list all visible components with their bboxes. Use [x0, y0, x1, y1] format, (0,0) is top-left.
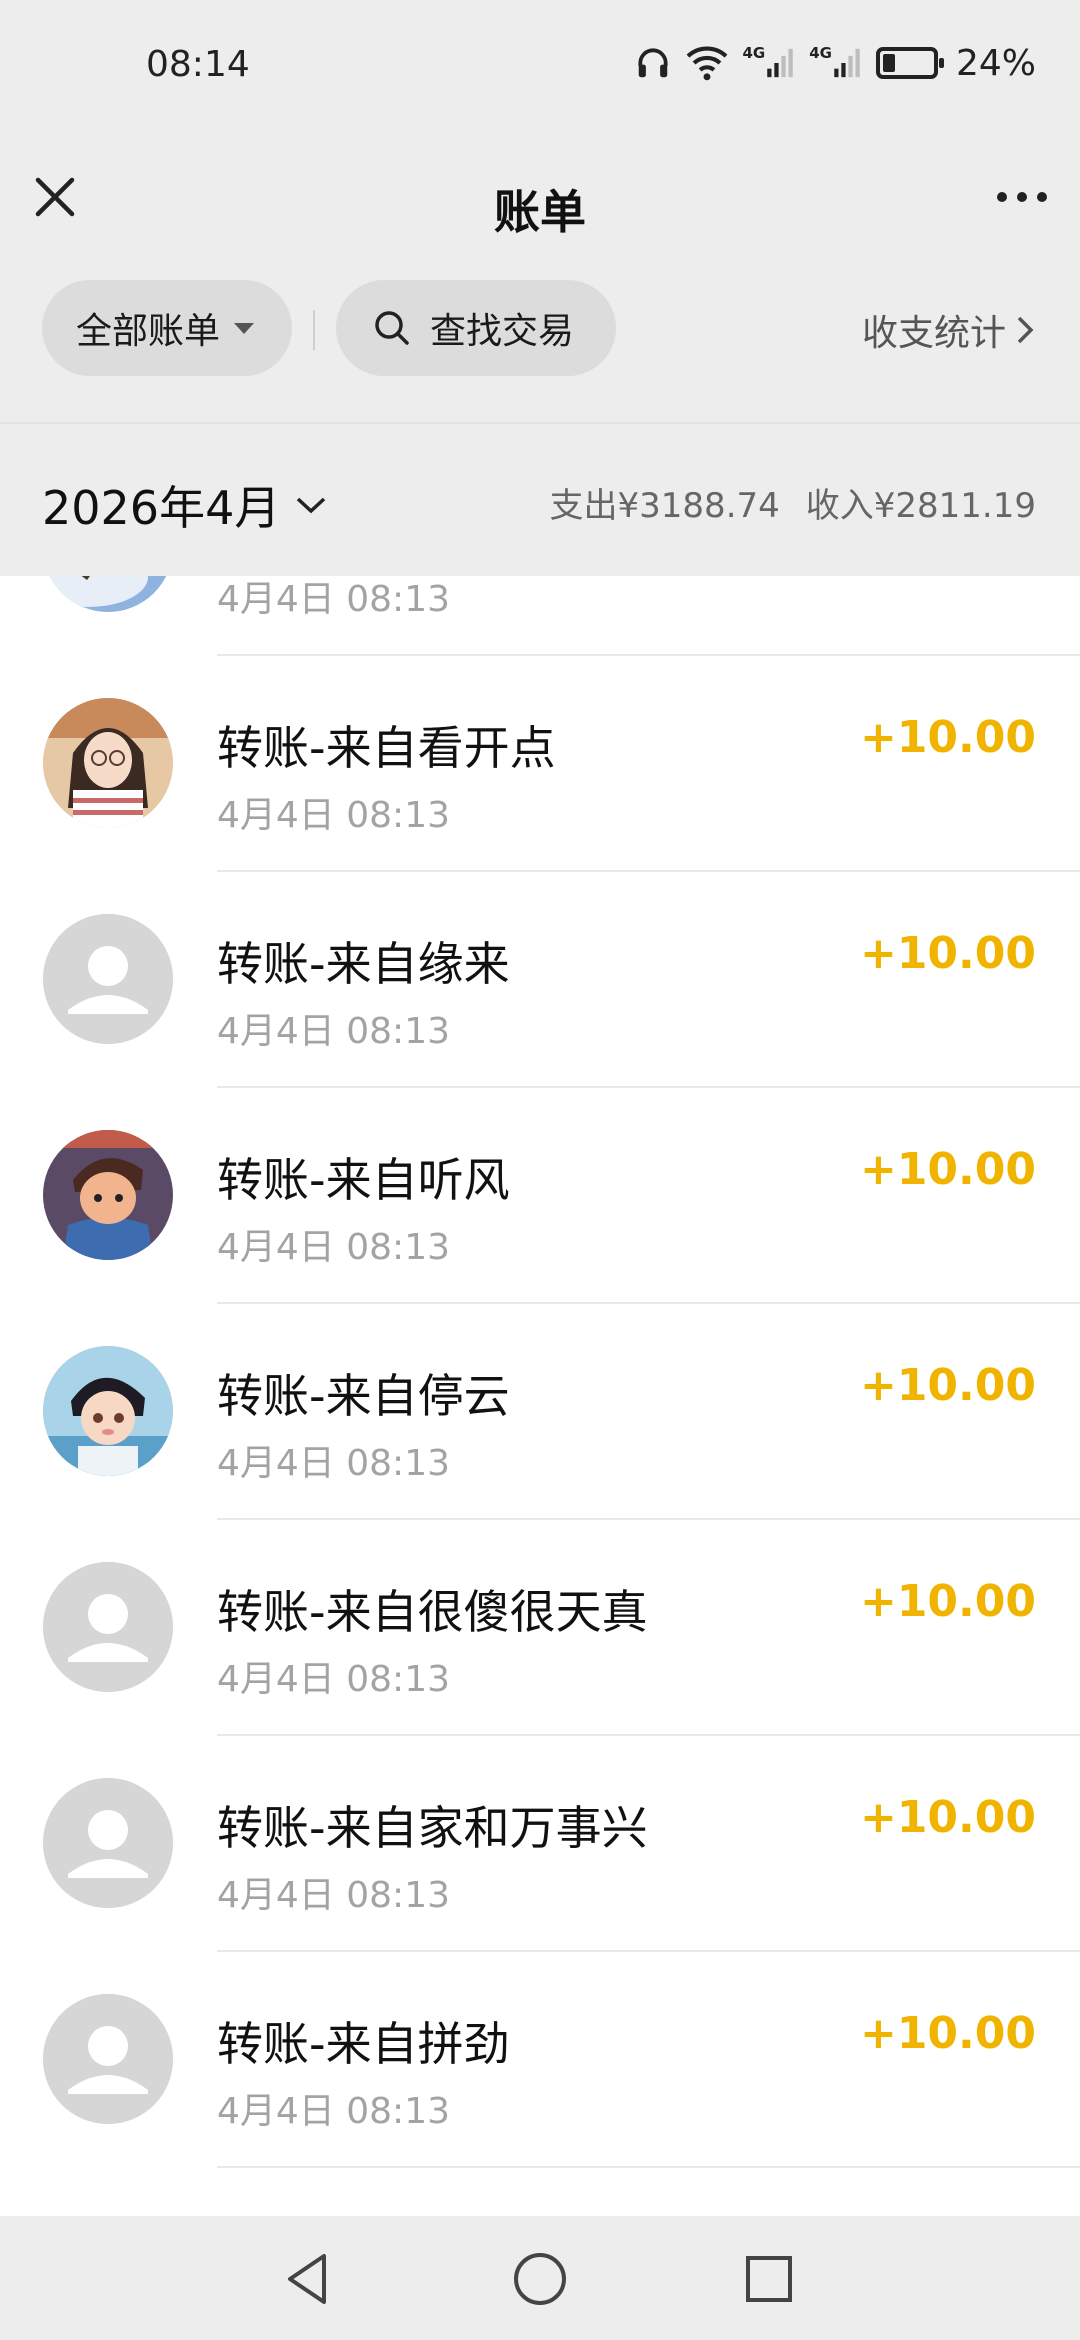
default-avatar: [43, 1994, 173, 2124]
transaction-title: 转账-来自很傻很天真: [217, 1585, 648, 1639]
transaction-row[interactable]: 转账-来自很傻很天真 4月4日 08:13 +10.00: [0, 1520, 1080, 1736]
transaction-time: 4月4日 08:13: [217, 1443, 450, 1484]
transaction-title: 转账-来自听风: [217, 1153, 510, 1207]
page-title: 账单: [494, 185, 586, 239]
transaction-time: 4月4日 08:13: [217, 1011, 450, 1052]
transaction-list[interactable]: 转账-来自王者4月4日 08:13+10.00 转账-来自看开点 4月4日 08:1…: [0, 576, 1080, 2216]
transaction-time: 4月4日 08:13: [217, 579, 450, 620]
transaction-amount: +10.00: [859, 1144, 1036, 1195]
all-bills-filter-button[interactable]: 全部账单: [42, 280, 292, 376]
kid-avatar: [43, 1346, 173, 1476]
network-type-label: 4G: [809, 44, 832, 62]
month-row: 2026年4月 支出¥3188.74 收入¥2811.19: [0, 422, 1080, 576]
recents-square-icon[interactable]: [736, 2246, 802, 2312]
transaction-row[interactable]: 转账-来自拼劲 4月4日 08:13 +10.00: [0, 1952, 1080, 2168]
transaction-row[interactable]: 转账-来自缘来 4月4日 08:13 +10.00: [0, 872, 1080, 1088]
transaction-time: 4月4日 08:13: [217, 1659, 450, 1700]
month-picker[interactable]: 2026年4月: [42, 472, 328, 538]
network-type-label: 4G: [742, 44, 766, 62]
transaction-title: 转账-来自家和万事兴: [217, 1801, 648, 1855]
transaction-time: 4月4日 08:13: [217, 1227, 450, 1268]
battery-percent: 24%: [955, 42, 1036, 84]
transaction-time: 4月4日 08:13: [217, 1875, 450, 1916]
transaction-title: 转账-来自停云: [217, 1369, 510, 1423]
more-icon[interactable]: [992, 172, 1052, 222]
transaction-row[interactable]: 转账-来自停云 4月4日 08:13 +10.00: [0, 1304, 1080, 1520]
battery-level-fill: [882, 54, 895, 72]
girl-avatar: [43, 698, 173, 828]
caret-down-icon: [234, 322, 255, 334]
income-total: 收入¥2811.19: [805, 486, 1036, 526]
filter-row: 全部账单 查找交易 收支统计: [0, 280, 1080, 380]
search-transactions-button[interactable]: 查找交易: [336, 280, 616, 376]
status-time: 08:14: [146, 44, 250, 85]
signal-icon: 4G: [742, 44, 795, 80]
nav-bar: 账单: [0, 132, 1080, 272]
transaction-row[interactable]: 转账-来自家和万事兴 4月4日 08:13 +10.00: [0, 1736, 1080, 1952]
default-avatar: [43, 1778, 173, 1908]
landscape-avatar: [43, 576, 173, 612]
transaction-amount: +10.00: [859, 2008, 1036, 2059]
filter-divider: [313, 310, 315, 350]
transaction-time: 4月4日 08:13: [217, 795, 450, 836]
month-summary: 支出¥3188.74 收入¥2811.19: [550, 478, 1036, 527]
search-icon: [372, 308, 412, 348]
transaction-time: 4月4日 08:13: [217, 2091, 450, 2132]
transaction-title: 转账-来自缘来: [217, 937, 510, 991]
search-label: 查找交易: [430, 311, 575, 352]
transaction-amount: +10.00: [859, 1576, 1036, 1627]
expense-total: 支出¥3188.74: [549, 486, 780, 526]
battery-icon: [875, 47, 944, 79]
status-icons: 4G 4G 24%: [634, 40, 1036, 86]
chevron-down-icon: [294, 494, 328, 516]
headphones-icon: [634, 44, 672, 82]
default-avatar: [43, 914, 173, 1044]
header-zone: 08:14 4G 4G 24% 账单 全部账单 查找交易 收支统计 2026年4…: [0, 0, 1080, 576]
wifi-icon: [686, 44, 728, 82]
row-divider: [217, 2166, 1080, 2168]
transaction-title: 转账-来自看开点: [217, 721, 556, 775]
home-circle-icon[interactable]: [507, 2246, 573, 2312]
system-nav-bar: [0, 2216, 1080, 2340]
back-triangle-icon[interactable]: [276, 2246, 342, 2312]
all-bills-label: 全部账单: [76, 311, 221, 352]
transaction-amount: +10.00: [859, 1360, 1036, 1411]
boy-avatar: [43, 1130, 173, 1260]
transaction-row[interactable]: 转账-来自听风 4月4日 08:13 +10.00: [0, 1088, 1080, 1304]
transaction-amount: +10.00: [859, 1792, 1036, 1843]
income-expense-stats-link[interactable]: 收支统计: [862, 304, 1036, 356]
transaction-amount: +10.00: [859, 928, 1036, 979]
signal-icon: 4G: [809, 44, 862, 80]
chevron-right-icon: [1014, 313, 1036, 347]
status-bar: 08:14 4G 4G 24%: [0, 0, 1080, 132]
bill-screen: 转账-来自王者4月4日 08:13+10.00 转账-来自看开点 4月4日 08:1…: [0, 0, 1080, 2340]
transaction-row[interactable]: 转账-来自看开点 4月4日 08:13 +10.00: [0, 656, 1080, 872]
transaction-amount: +10.00: [859, 712, 1036, 763]
month-label: 2026年4月: [42, 481, 281, 535]
transaction-row[interactable]: 转账-来自王者4月4日 08:13+10.00: [0, 576, 1080, 656]
transaction-list-inner: 转账-来自王者4月4日 08:13+10.00 转账-来自看开点 4月4日 08:1…: [0, 576, 1080, 2168]
transaction-title: 转账-来自拼劲: [217, 2017, 510, 2071]
stats-label: 收支统计: [861, 313, 1006, 354]
default-avatar: [43, 1562, 173, 1692]
